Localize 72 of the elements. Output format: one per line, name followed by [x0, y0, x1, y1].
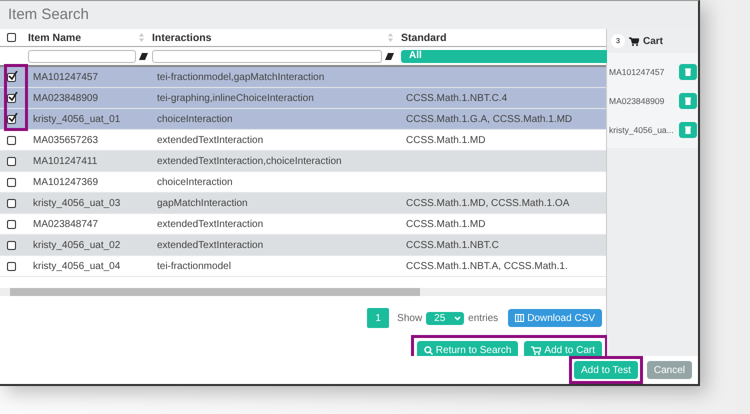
table-row[interactable]: kristy_4056_uat_02 extendedTextInteraction CCSS.Math.1.NBT.C: [0, 235, 606, 256]
table-cell-text: MA035657263: [32, 134, 100, 146]
filter-field[interactable]: [152, 50, 382, 62]
eraser-icon[interactable]: [139, 52, 148, 60]
table-cell-text: MA023848909: [32, 92, 100, 104]
table-row[interactable]: MA023848747 extendedTextInteraction CCSS.Math.1.MD: [0, 214, 606, 235]
table-row[interactable]: MA035657263 extendedTextInteraction CCSS.Math.1.MD: [0, 130, 606, 151]
checkbox[interactable]: [7, 178, 16, 186]
eraser-icon[interactable]: [385, 52, 394, 60]
window-title: Item Search: [0, 1, 698, 29]
table-row[interactable]: MA023848909 tei-graphing,inlineChoiceInteraction CCSS.Math.1.NBT.C.4: [0, 88, 606, 109]
table-cell-text: kristy_4056_uat_03: [32, 198, 122, 208]
table-cell-text: CCSS.Math.1.MD, CCSS.Math.1.OA: [405, 198, 570, 208]
cart-item-name: MA023848909: [609, 96, 664, 106]
table-cell-text: CCSS.Math.1.NBT.A, CCSS.Math.1.: [405, 260, 569, 272]
table-cell-text: extendedTextInteraction: [156, 134, 264, 146]
table-cell-text: CCSS.Math.1.G.A, CCSS.Math.1.MD: [405, 114, 574, 124]
table-cell-text: kristy_4056_uat_04: [32, 260, 122, 272]
table-cell-text: CCSS.Math.1.NBT.C.4: [405, 92, 508, 104]
dialog-button[interactable]: Cancel: [646, 361, 692, 379]
checkbox[interactable]: [7, 72, 16, 82]
table-cell-text: MA101247369: [32, 176, 100, 188]
table-cell-text: extendedTextInteraction: [156, 240, 264, 250]
checkbox[interactable]: [7, 240, 16, 250]
table-cell-text: tei-fractionmodel,gapMatchInteraction: [156, 72, 326, 82]
horizontal-scrollbar[interactable]: [0, 288, 606, 296]
table-cell-text: choiceInteraction: [156, 114, 234, 124]
table-row[interactable]: MA101247369 choiceInteraction: [0, 172, 606, 193]
checkbox[interactable]: [7, 136, 16, 144]
checkbox[interactable]: [7, 156, 16, 166]
show-label: Show: [397, 312, 422, 324]
trash-icon: [685, 68, 691, 76]
table-row[interactable]: kristy_4056_uat_04 tei-fractionmodel CCSS.Math.1.NBT.A, CCSS.Math.1.: [0, 256, 606, 277]
column-header[interactable]: Standard: [397, 32, 607, 44]
checkbox[interactable]: [7, 33, 16, 42]
checkbox[interactable]: [7, 262, 16, 270]
table-cell-text: kristy_4056_uat_01: [32, 114, 122, 124]
column-header[interactable]: Interactions: [148, 32, 397, 44]
table-row[interactable]: MA101247457 tei-fractionmodel,gapMatchInteraction: [0, 67, 606, 88]
table-cell-text: tei-graphing,inlineChoiceInteraction: [156, 92, 315, 104]
table-cell-text: MA101247411: [32, 156, 98, 166]
columns-icon: [515, 314, 524, 322]
entries-label: entries: [468, 312, 498, 324]
table-cell-text: CCSS.Math.1.MD: [405, 218, 486, 230]
table-cell-text: extendedTextInteraction: [156, 218, 264, 230]
cart-item-name: MA101247457: [609, 66, 664, 76]
checkbox[interactable]: [7, 198, 16, 208]
trash-icon: [685, 126, 691, 134]
download-csv-button[interactable]: Download CSV: [508, 309, 602, 327]
table-cell-text: CCSS.Math.1.MD: [405, 134, 486, 146]
table-cell-text: MA023848747: [32, 218, 100, 230]
cart-title: Cart: [643, 36, 664, 46]
table-cell-text: choiceInteraction: [156, 176, 234, 188]
checkbox[interactable]: [7, 220, 16, 228]
trash-icon: [685, 96, 691, 104]
table-cell-text: MA101247457: [32, 72, 100, 82]
checkbox[interactable]: [7, 94, 16, 102]
checkbox[interactable]: [7, 114, 16, 124]
table-cell-text: tei-fractionmodel: [156, 260, 232, 272]
table-row[interactable]: MA101247411 extendedTextInteraction,choiceInteraction: [0, 151, 606, 172]
cart-item-name: kristy_4056_ua...: [609, 124, 674, 134]
table-cell-text: gapMatchInteraction: [156, 198, 249, 208]
table-cell-text: kristy_4056_uat_02: [32, 240, 122, 250]
table-cell-text: extendedTextInteraction,choiceInteraction: [156, 156, 343, 166]
table-cell-text: CCSS.Math.1.NBT.C: [405, 240, 500, 250]
filter-field[interactable]: [28, 50, 136, 62]
column-header[interactable]: Item Name: [24, 32, 148, 44]
highlight-frame: [4, 64, 28, 131]
chevron-down-icon: [454, 316, 462, 320]
cart-icon: [629, 36, 639, 46]
table-row[interactable]: kristy_4056_uat_03 gapMatchInteraction CCSS.Math.1.MD, CCSS.Math.1.OA: [0, 193, 606, 214]
table-row[interactable]: kristy_4056_uat_01 choiceInteraction CCSS.Math.1.G.A, CCSS.Math.1.MD: [0, 109, 606, 130]
